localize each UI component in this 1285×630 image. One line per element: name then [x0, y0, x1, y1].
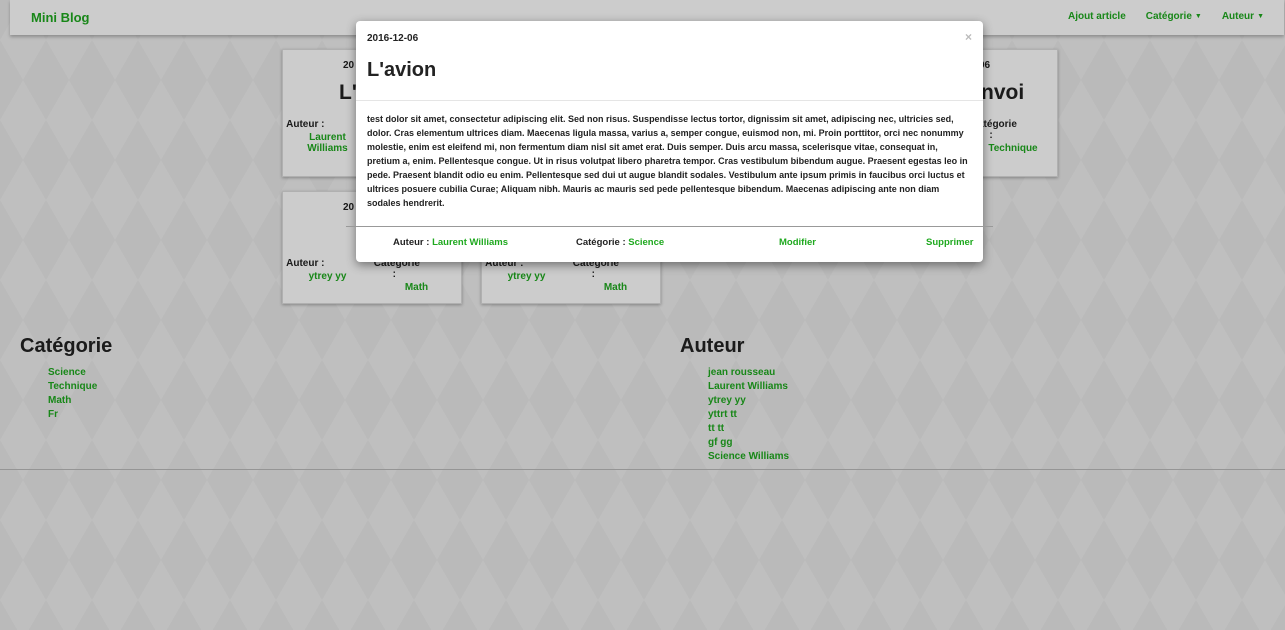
modal-author-label: Auteur :: [393, 237, 430, 248]
close-icon[interactable]: ×: [965, 30, 972, 44]
modal-divider: [356, 100, 983, 101]
modal-footer-divider: [346, 226, 993, 227]
modal-category-link[interactable]: Science: [628, 237, 664, 248]
modal-category-label: Catégorie :: [576, 237, 626, 248]
article-modal: 2016-12-06 × L'avion test dolor sit amet…: [346, 21, 993, 262]
modal-date: 2016-12-06: [367, 33, 419, 44]
edit-button[interactable]: Modifier: [779, 237, 816, 248]
modal-title: L'avion: [367, 59, 437, 81]
delete-button[interactable]: Supprimer: [926, 237, 974, 248]
modal-author-link[interactable]: Laurent Williams: [432, 237, 508, 248]
modal-author: Auteur : Laurent Williams: [393, 237, 508, 248]
modal-footer: Auteur : Laurent Williams Catégorie : Sc…: [356, 237, 983, 251]
modal-category: Catégorie : Science: [576, 237, 664, 248]
modal-body-text: test dolor sit amet, consectetur adipisc…: [367, 114, 968, 208]
